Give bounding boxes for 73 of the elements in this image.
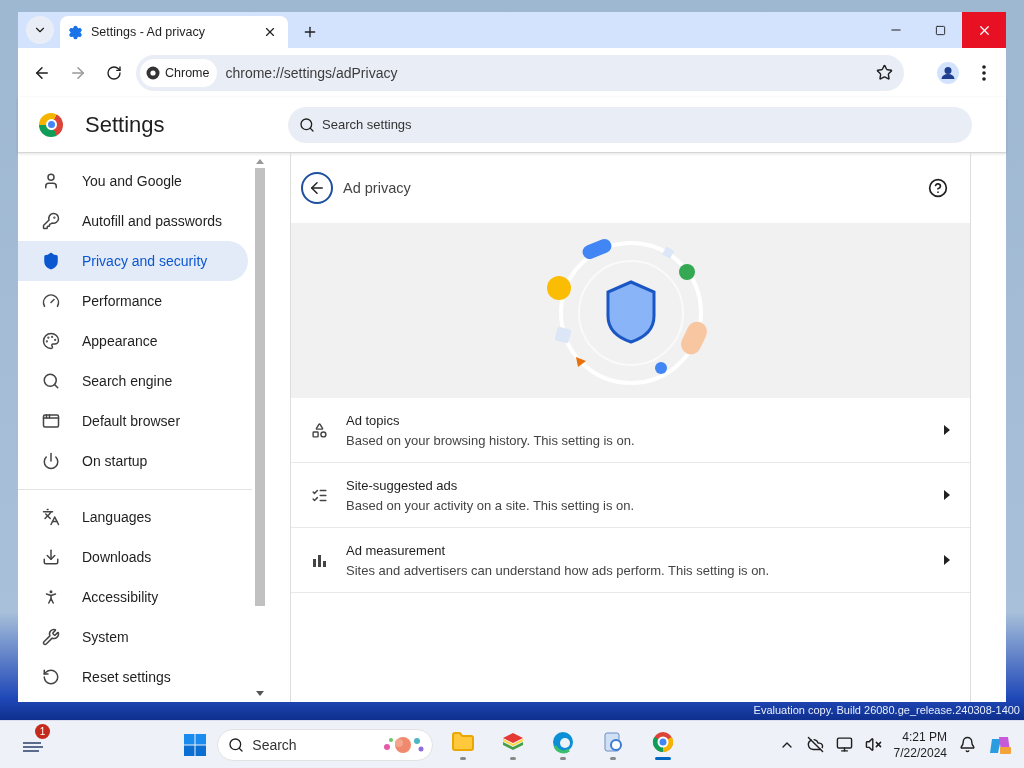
search-field[interactable]: Search settings (288, 106, 972, 143)
close-icon (263, 25, 277, 39)
sidebar-item[interactable]: On startup (18, 441, 248, 481)
chevron-right-icon (944, 490, 950, 500)
gauge-icon (42, 292, 60, 310)
help-icon (928, 178, 948, 198)
settings-row[interactable]: Site-suggested ads Based on your activity on a site. This setting is on. (291, 463, 970, 528)
star-icon (875, 64, 893, 81)
page-title: Ad privacy (343, 180, 412, 196)
download-icon (42, 548, 60, 566)
mute-icon[interactable] (864, 736, 882, 753)
sidebar-item[interactable]: System (18, 617, 248, 657)
site-info-icon (146, 65, 160, 80)
folder-icon (451, 729, 476, 754)
sidebar-item[interactable]: Privacy and security (18, 241, 248, 281)
maximize-icon (934, 24, 946, 36)
monitor-icon[interactable] (835, 736, 853, 753)
settings-row[interactable]: Ad measurement Sites and advertisers can understand how ads perform. This setting is on. (291, 528, 970, 593)
row-description: Sites and advertisers can understand how ads perform. This setting is on. (346, 562, 771, 578)
search-icon (299, 116, 315, 133)
avatar-icon (937, 61, 959, 84)
start-button[interactable] (183, 732, 208, 757)
evaluation-notice: Evaluation copy. Build 26080.ge_release.240308-1400 (753, 704, 1020, 716)
bell-icon[interactable] (959, 736, 976, 753)
sidebar-item[interactable]: Performance (18, 281, 248, 321)
address-bar[interactable]: Chrome chrome://settings/adPrivacy (136, 54, 904, 91)
sidebar-item[interactable]: Appearance (18, 321, 248, 361)
edge-icon (551, 729, 576, 754)
clock[interactable]: 4:21 PM 7/22/2024 (893, 729, 947, 760)
translate-icon (42, 508, 60, 526)
row-description: Based on your browsing history. This setting is on. (346, 432, 636, 448)
sidebar-item[interactable]: Downloads (18, 537, 248, 577)
taskbar-search-field[interactable]: Search (217, 728, 434, 761)
settings-title: Settings (85, 111, 166, 138)
shapes-icon (311, 421, 328, 439)
window-icon (42, 412, 60, 430)
settings-icon (68, 24, 83, 40)
plus-icon (302, 24, 318, 40)
row-title: Ad measurement (346, 542, 446, 558)
chevron-right-icon (944, 555, 950, 565)
shield-icon (42, 252, 60, 270)
notification-badge: 1 (35, 723, 50, 739)
site-chip[interactable]: Chrome (140, 58, 218, 87)
key-icon (42, 212, 60, 230)
chrome-logo-icon (39, 112, 63, 137)
person-icon (42, 172, 60, 190)
row-title: Site-suggested ads (346, 477, 459, 493)
scroll-up-icon[interactable] (256, 159, 264, 164)
sidebar-item[interactable]: Autofill and passwords (18, 201, 248, 241)
wrench-icon (42, 628, 60, 646)
search-icon (42, 372, 60, 390)
sidebar-item[interactable]: Languages (18, 497, 248, 537)
settings-row[interactable]: Ad topics Based on your browsing history. This setting is on. (291, 398, 970, 463)
reload-icon (106, 64, 122, 81)
scroll-down-icon[interactable] (256, 691, 264, 696)
back-button[interactable] (301, 172, 333, 204)
search-icon (228, 736, 245, 753)
row-title: Ad topics (346, 412, 401, 428)
chrome-icon (651, 729, 676, 754)
browser-tab[interactable]: Settings - Ad privacy (60, 16, 288, 48)
sidebar-item[interactable]: Search engine (18, 361, 248, 401)
cloud-off-icon[interactable] (806, 736, 824, 753)
power-icon (42, 452, 60, 470)
sidebar-item[interactable]: Accessibility (18, 577, 248, 617)
menu-icon (982, 64, 986, 81)
chevron-right-icon (944, 425, 950, 435)
url-text: chrome://settings/adPrivacy (225, 64, 399, 81)
reset-icon (42, 668, 60, 686)
palette-icon (42, 332, 60, 350)
sidebar-item[interactable]: Reset settings (18, 657, 248, 697)
row-description: Based on your activity on a site. This setting is on. (346, 497, 636, 513)
sidebar-item[interactable]: Default browser (18, 401, 248, 441)
sidebar-item[interactable]: You and Google (18, 161, 248, 201)
